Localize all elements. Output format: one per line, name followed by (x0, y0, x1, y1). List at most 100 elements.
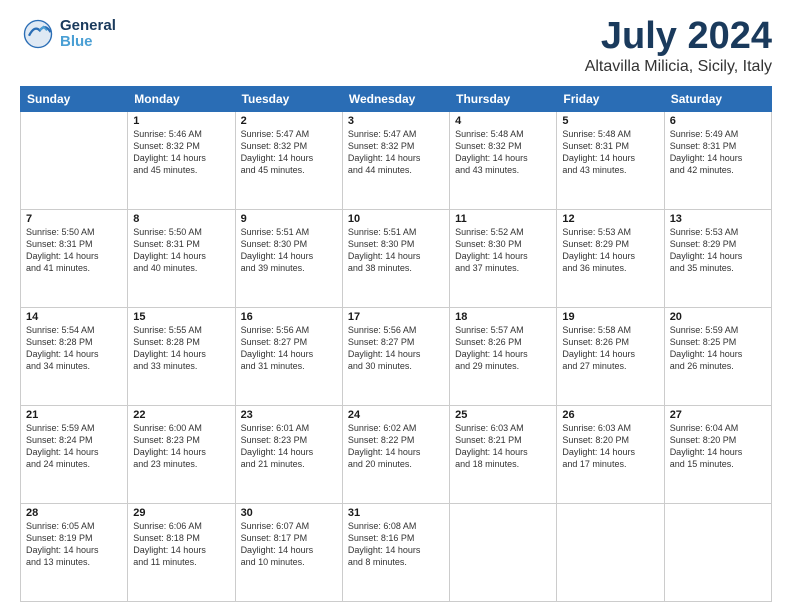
calendar-cell: 28Sunrise: 6:05 AM Sunset: 8:19 PM Dayli… (21, 503, 128, 601)
day-info: Sunrise: 5:56 AM Sunset: 8:27 PM Dayligh… (348, 324, 444, 373)
calendar-week-row: 14Sunrise: 5:54 AM Sunset: 8:28 PM Dayli… (21, 307, 772, 405)
calendar-cell: 11Sunrise: 5:52 AM Sunset: 8:30 PM Dayli… (450, 209, 557, 307)
day-number: 21 (26, 409, 122, 421)
day-number: 14 (26, 311, 122, 323)
calendar-day-header: Monday (128, 86, 235, 111)
day-info: Sunrise: 6:03 AM Sunset: 8:21 PM Dayligh… (455, 422, 551, 471)
day-number: 13 (670, 213, 766, 225)
calendar-cell (450, 503, 557, 601)
calendar-cell: 8Sunrise: 5:50 AM Sunset: 8:31 PM Daylig… (128, 209, 235, 307)
calendar-cell: 7Sunrise: 5:50 AM Sunset: 8:31 PM Daylig… (21, 209, 128, 307)
calendar-cell: 4Sunrise: 5:48 AM Sunset: 8:32 PM Daylig… (450, 111, 557, 209)
day-info: Sunrise: 5:51 AM Sunset: 8:30 PM Dayligh… (241, 226, 337, 275)
header: General Blue July 2024 Altavilla Milicia… (20, 16, 772, 76)
day-number: 11 (455, 213, 551, 225)
calendar-cell (21, 111, 128, 209)
day-info: Sunrise: 6:05 AM Sunset: 8:19 PM Dayligh… (26, 520, 122, 569)
day-number: 28 (26, 507, 122, 519)
day-number: 2 (241, 115, 337, 127)
calendar-cell: 10Sunrise: 5:51 AM Sunset: 8:30 PM Dayli… (342, 209, 449, 307)
calendar-cell: 30Sunrise: 6:07 AM Sunset: 8:17 PM Dayli… (235, 503, 342, 601)
day-number: 15 (133, 311, 229, 323)
day-info: Sunrise: 6:06 AM Sunset: 8:18 PM Dayligh… (133, 520, 229, 569)
calendar-cell: 26Sunrise: 6:03 AM Sunset: 8:20 PM Dayli… (557, 405, 664, 503)
day-number: 26 (562, 409, 658, 421)
logo-icon (20, 16, 56, 52)
day-number: 29 (133, 507, 229, 519)
logo: General Blue (20, 16, 116, 52)
calendar-day-header: Wednesday (342, 86, 449, 111)
day-info: Sunrise: 6:07 AM Sunset: 8:17 PM Dayligh… (241, 520, 337, 569)
day-info: Sunrise: 5:49 AM Sunset: 8:31 PM Dayligh… (670, 128, 766, 177)
day-number: 31 (348, 507, 444, 519)
calendar-cell: 31Sunrise: 6:08 AM Sunset: 8:16 PM Dayli… (342, 503, 449, 601)
day-info: Sunrise: 6:02 AM Sunset: 8:22 PM Dayligh… (348, 422, 444, 471)
day-info: Sunrise: 5:50 AM Sunset: 8:31 PM Dayligh… (26, 226, 122, 275)
calendar-cell: 3Sunrise: 5:47 AM Sunset: 8:32 PM Daylig… (342, 111, 449, 209)
calendar-cell: 21Sunrise: 5:59 AM Sunset: 8:24 PM Dayli… (21, 405, 128, 503)
day-number: 23 (241, 409, 337, 421)
month-title: July 2024 (585, 16, 772, 58)
calendar-cell (664, 503, 771, 601)
calendar-cell (557, 503, 664, 601)
day-number: 4 (455, 115, 551, 127)
location: Altavilla Milicia, Sicily, Italy (585, 58, 772, 76)
day-info: Sunrise: 5:48 AM Sunset: 8:32 PM Dayligh… (455, 128, 551, 177)
day-number: 19 (562, 311, 658, 323)
day-number: 30 (241, 507, 337, 519)
day-number: 8 (133, 213, 229, 225)
logo-blue-text: Blue (60, 34, 116, 51)
logo-name: General Blue (60, 18, 116, 51)
calendar-cell: 24Sunrise: 6:02 AM Sunset: 8:22 PM Dayli… (342, 405, 449, 503)
calendar-day-header: Sunday (21, 86, 128, 111)
day-info: Sunrise: 5:46 AM Sunset: 8:32 PM Dayligh… (133, 128, 229, 177)
day-info: Sunrise: 5:52 AM Sunset: 8:30 PM Dayligh… (455, 226, 551, 275)
day-info: Sunrise: 5:58 AM Sunset: 8:26 PM Dayligh… (562, 324, 658, 373)
day-number: 9 (241, 213, 337, 225)
day-number: 5 (562, 115, 658, 127)
page: General Blue July 2024 Altavilla Milicia… (0, 0, 792, 612)
day-number: 16 (241, 311, 337, 323)
day-number: 3 (348, 115, 444, 127)
day-number: 6 (670, 115, 766, 127)
day-info: Sunrise: 5:50 AM Sunset: 8:31 PM Dayligh… (133, 226, 229, 275)
logo-general-text: General (60, 18, 116, 35)
calendar-cell: 23Sunrise: 6:01 AM Sunset: 8:23 PM Dayli… (235, 405, 342, 503)
calendar-cell: 17Sunrise: 5:56 AM Sunset: 8:27 PM Dayli… (342, 307, 449, 405)
day-info: Sunrise: 5:51 AM Sunset: 8:30 PM Dayligh… (348, 226, 444, 275)
day-number: 27 (670, 409, 766, 421)
day-number: 25 (455, 409, 551, 421)
calendar-cell: 12Sunrise: 5:53 AM Sunset: 8:29 PM Dayli… (557, 209, 664, 307)
calendar-day-header: Friday (557, 86, 664, 111)
day-number: 10 (348, 213, 444, 225)
calendar-cell: 20Sunrise: 5:59 AM Sunset: 8:25 PM Dayli… (664, 307, 771, 405)
day-info: Sunrise: 5:59 AM Sunset: 8:24 PM Dayligh… (26, 422, 122, 471)
day-info: Sunrise: 6:03 AM Sunset: 8:20 PM Dayligh… (562, 422, 658, 471)
calendar-cell: 19Sunrise: 5:58 AM Sunset: 8:26 PM Dayli… (557, 307, 664, 405)
calendar-cell: 22Sunrise: 6:00 AM Sunset: 8:23 PM Dayli… (128, 405, 235, 503)
calendar-table: SundayMondayTuesdayWednesdayThursdayFrid… (20, 86, 772, 602)
day-info: Sunrise: 6:00 AM Sunset: 8:23 PM Dayligh… (133, 422, 229, 471)
day-number: 7 (26, 213, 122, 225)
title-block: July 2024 Altavilla Milicia, Sicily, Ita… (585, 16, 772, 76)
calendar-cell: 9Sunrise: 5:51 AM Sunset: 8:30 PM Daylig… (235, 209, 342, 307)
day-info: Sunrise: 5:47 AM Sunset: 8:32 PM Dayligh… (348, 128, 444, 177)
calendar-day-header: Saturday (664, 86, 771, 111)
day-info: Sunrise: 5:53 AM Sunset: 8:29 PM Dayligh… (670, 226, 766, 275)
calendar-day-header: Tuesday (235, 86, 342, 111)
day-info: Sunrise: 5:59 AM Sunset: 8:25 PM Dayligh… (670, 324, 766, 373)
day-info: Sunrise: 6:08 AM Sunset: 8:16 PM Dayligh… (348, 520, 444, 569)
calendar-cell: 16Sunrise: 5:56 AM Sunset: 8:27 PM Dayli… (235, 307, 342, 405)
calendar-week-row: 28Sunrise: 6:05 AM Sunset: 8:19 PM Dayli… (21, 503, 772, 601)
day-info: Sunrise: 5:54 AM Sunset: 8:28 PM Dayligh… (26, 324, 122, 373)
calendar-cell: 15Sunrise: 5:55 AM Sunset: 8:28 PM Dayli… (128, 307, 235, 405)
calendar-cell: 29Sunrise: 6:06 AM Sunset: 8:18 PM Dayli… (128, 503, 235, 601)
day-number: 22 (133, 409, 229, 421)
calendar-cell: 6Sunrise: 5:49 AM Sunset: 8:31 PM Daylig… (664, 111, 771, 209)
calendar-day-header: Thursday (450, 86, 557, 111)
day-info: Sunrise: 5:55 AM Sunset: 8:28 PM Dayligh… (133, 324, 229, 373)
calendar-week-row: 7Sunrise: 5:50 AM Sunset: 8:31 PM Daylig… (21, 209, 772, 307)
day-number: 24 (348, 409, 444, 421)
day-number: 17 (348, 311, 444, 323)
day-number: 1 (133, 115, 229, 127)
